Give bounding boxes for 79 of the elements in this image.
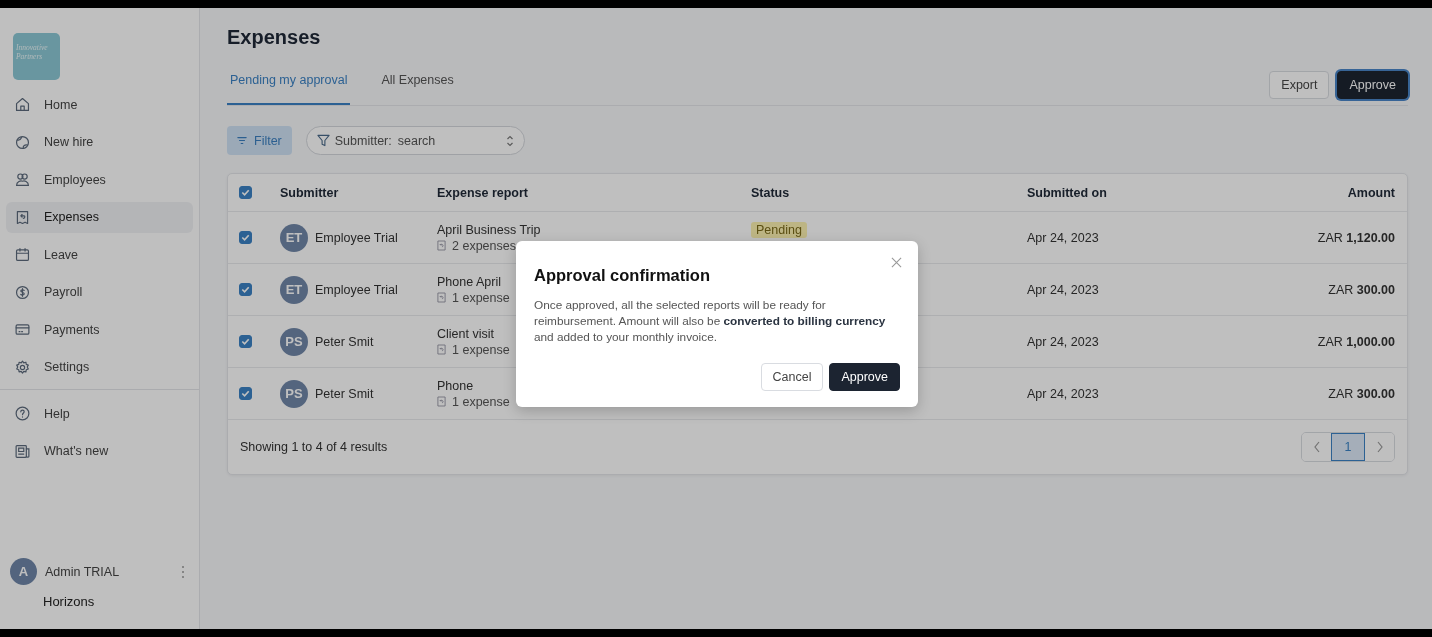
dollar-icon (14, 283, 31, 301)
sidebar-item[interactable]: Home (6, 89, 193, 120)
submitter-name: Employee Trial (315, 230, 398, 245)
report-name[interactable]: Phone (437, 378, 474, 393)
expense-count: 1 expense (452, 394, 510, 409)
results-summary: Showing 1 to 4 of 4 results (240, 440, 388, 454)
expense-count: 2 expenses (452, 238, 516, 253)
table-cell: Apr 24, 2023 (1027, 230, 1099, 245)
initials-avatar: ET (280, 223, 308, 252)
sidebar-item[interactable]: Expenses (6, 201, 193, 233)
sidebar-item[interactable]: What's new (6, 435, 193, 467)
submitter-name: Peter Smit (315, 334, 374, 349)
submitter-search-field[interactable]: Submitter: search (305, 126, 525, 155)
dialog-message: Once approved, all the selected reports will be ready for reimbursement. Amount will also be converted to billing currency and added to your monthly invoice. (534, 297, 887, 345)
chevron-right-icon (1375, 440, 1384, 454)
submitter-name: Employee Trial (315, 282, 398, 297)
column-header: Amount (1347, 185, 1395, 200)
checkbox[interactable] (239, 283, 252, 296)
report-name[interactable]: April Business Trip (437, 222, 541, 237)
submitter-name: Peter Smit (315, 386, 374, 401)
user-name: Admin TRIAL (45, 564, 121, 579)
search-input[interactable]: search (395, 132, 506, 149)
expense-count: 1 expense (452, 290, 510, 305)
initials-avatar: ET (280, 275, 308, 304)
more-icon[interactable] (181, 564, 185, 579)
filter-lines-icon (237, 136, 247, 145)
approve-button[interactable]: Approve (829, 363, 900, 391)
export-button[interactable]: Export (1269, 71, 1330, 99)
cancel-button[interactable]: Cancel (760, 363, 824, 391)
page-title: Expenses (227, 26, 322, 49)
receipt-icon (14, 208, 31, 226)
amount: ZAR 300.00 (1328, 386, 1395, 401)
table-cell: Apr 24, 2023 (1027, 386, 1099, 401)
report-name[interactable]: Phone April (437, 274, 501, 289)
approve-button[interactable]: Approve (1337, 71, 1408, 99)
column-header: Status (751, 185, 790, 200)
table-cell: Apr 24, 2023 (1027, 334, 1099, 349)
column-header: Submitter (280, 185, 339, 200)
gear-icon (14, 358, 31, 376)
receipt-icon (437, 240, 446, 251)
sidebar-item[interactable]: Leave (6, 239, 193, 270)
funnel-icon (316, 134, 330, 147)
home-icon (14, 96, 31, 113)
calendar-icon (14, 246, 31, 263)
column-header: Expense report (437, 185, 528, 200)
initials-avatar: PS (280, 379, 308, 408)
globe-icon (14, 133, 31, 151)
chevron-left-icon (1312, 440, 1321, 454)
updown-icon (505, 134, 514, 147)
sidebar-item[interactable]: Employees (6, 164, 193, 195)
status-badge: Pending (751, 222, 807, 238)
expense-count: 1 expense (452, 342, 510, 357)
sidebar-item[interactable]: New hire (6, 126, 193, 158)
receipt-icon (437, 396, 446, 407)
sidebar-item[interactable]: Payroll (6, 276, 193, 308)
receipt-icon (437, 292, 446, 303)
initials-avatar: PS (280, 327, 308, 356)
checkbox[interactable] (239, 231, 252, 244)
receipt-icon (437, 344, 446, 355)
card-icon (14, 321, 31, 338)
column-header: Submitted on (1027, 185, 1107, 200)
close-icon[interactable] (891, 257, 902, 268)
checkbox[interactable] (239, 186, 252, 199)
sidebar-item[interactable]: Help (6, 398, 193, 429)
checkbox[interactable] (239, 335, 252, 348)
people-icon (14, 171, 31, 188)
brand-name: Horizons (43, 594, 95, 609)
checkbox[interactable] (239, 387, 252, 400)
sidebar-item[interactable]: Payments (6, 314, 193, 345)
help-icon (14, 405, 31, 422)
sidebar-item[interactable]: Settings (6, 351, 193, 383)
tab[interactable]: All Expenses (378, 69, 457, 105)
report-name[interactable]: Client visit (437, 326, 494, 341)
news-icon (14, 442, 31, 460)
amount: ZAR 1,000.00 (1317, 334, 1395, 349)
table-cell: Apr 24, 2023 (1027, 282, 1099, 297)
dialog-title: Approval confirmation (534, 266, 711, 285)
amount: ZAR 300.00 (1328, 282, 1395, 297)
amount: ZAR 1,120.00 (1317, 230, 1395, 245)
